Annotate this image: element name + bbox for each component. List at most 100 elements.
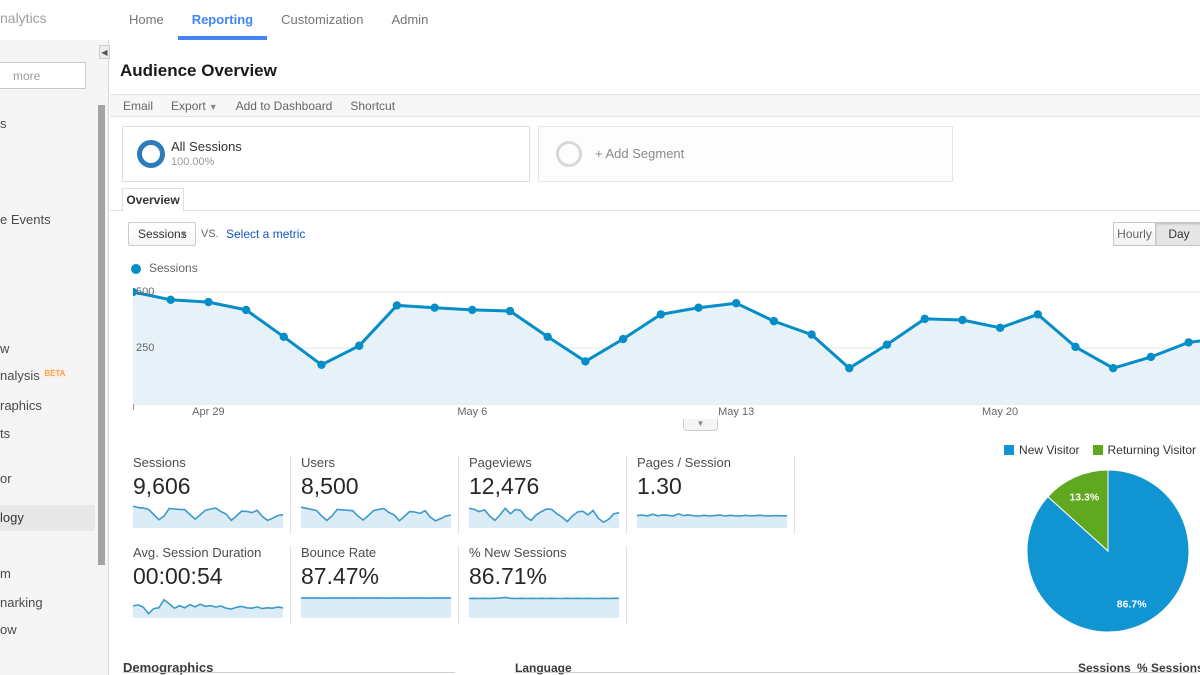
metric-card-label: Pages / Session (637, 455, 731, 470)
series-dot-icon (131, 264, 141, 274)
chevron-down-icon: ▼ (208, 101, 218, 112)
toolbar-email-button[interactable]: Email (123, 99, 153, 113)
sidebar-item[interactable]: nalysis BETA (0, 368, 68, 384)
report-toolbar: Email Export ▼ Add to Dashboard Shortcut (110, 94, 1200, 117)
table-header-rule (123, 672, 455, 673)
sidebar-search-input[interactable]: more (0, 62, 86, 89)
card-divider (794, 456, 795, 534)
metric-card-pageviews[interactable]: Pageviews 12,476 (469, 455, 629, 529)
sidebar-item-label: s (0, 116, 7, 131)
x-axis-tick-label: May 20 (982, 406, 1019, 418)
nav-item-home[interactable]: Home (115, 0, 178, 40)
table-header-rule (515, 672, 1197, 673)
sidebar-item-label: nalysis (0, 368, 40, 383)
sidebar-item-label: w (0, 341, 10, 356)
x-axis-tick-label: May 13 (718, 406, 755, 418)
beta-badge: BETA (42, 369, 68, 378)
add-segment-button[interactable]: + Add Segment (538, 126, 953, 182)
analytics-logo: nalytics (0, 10, 47, 26)
sidebar-item[interactable]: ts (0, 426, 10, 442)
axis-tick (133, 404, 134, 410)
metric-card-value: 86.71% (469, 563, 548, 589)
sidebar-item[interactable]: w (0, 341, 9, 357)
add-segment-label: + Add Segment (595, 146, 685, 161)
vs-label: VS. (201, 228, 219, 240)
sidebar-item[interactable]: m (0, 566, 11, 582)
segment-donut-icon (137, 140, 165, 168)
pie-legend: New Visitor Returning Visitor (1004, 443, 1196, 457)
pie-legend-item: Returning Visitor (1092, 443, 1197, 457)
sidebar-item[interactable]: e Events (0, 212, 51, 228)
x-axis-tick-label: Apr 29 (192, 406, 225, 418)
card-divider (458, 456, 459, 534)
granularity-day-button[interactable]: Day (1155, 222, 1200, 246)
metric-card-value: 87.47% (301, 563, 380, 589)
metric-card-value: 1.30 (637, 473, 682, 499)
metric-dropdown[interactable]: Sessions ▼ (128, 222, 196, 246)
metric-sparkline (469, 507, 619, 528)
sidebar-item[interactable]: narking (0, 595, 43, 611)
metric-sparkline (133, 505, 283, 528)
series-legend-label: Sessions (149, 261, 198, 275)
select-metric-link[interactable]: Select a metric (226, 227, 305, 241)
sidebar-collapse-icon[interactable]: ◀ (99, 45, 110, 59)
metric-card-value: 00:00:54 (133, 563, 223, 589)
sidebar: more ◀ s e Events w nalysis BETA raphics ts or l… (0, 40, 110, 675)
sidebar-item-label: m (0, 566, 11, 581)
sidebar-item-label: e Events (0, 212, 51, 227)
topnav-items: Home Reporting Customization Admin (115, 0, 442, 40)
metric-card-bounce-rate[interactable]: Bounce Rate 87.47% (301, 545, 461, 619)
card-divider (290, 546, 291, 624)
sidebar-scrollbar[interactable] (98, 105, 105, 565)
metric-card-value: 9,606 (133, 473, 191, 499)
sidebar-item-label: logy (0, 510, 24, 525)
metric-card-sessions[interactable]: Sessions 9,606 (133, 455, 293, 529)
ga-audience-overview-screen: nalytics Home Reporting Customization Admin… (0, 0, 1200, 675)
sidebar-item-label: ts (0, 426, 11, 441)
sidebar-item-label: raphics (0, 398, 42, 413)
metric-card-label: Pageviews (469, 455, 532, 470)
metric-card-users[interactable]: Users 8,500 (301, 455, 461, 529)
segment-label: All Sessions (171, 139, 242, 154)
toolbar-add-to-dashboard-button[interactable]: Add to Dashboard (236, 99, 333, 113)
toolbar-shortcut-button[interactable]: Shortcut (350, 99, 395, 113)
sidebar-item-label: or (0, 471, 12, 486)
timeline-collapse-handle[interactable]: ▼ (683, 419, 718, 431)
granularity-hourly-button[interactable]: Hourly (1113, 222, 1155, 246)
tab-overview[interactable]: Overview (122, 188, 184, 211)
sidebar-item[interactable]: raphics (0, 398, 42, 414)
metric-sparkline (301, 506, 451, 528)
legend-label: New Visitor (1019, 443, 1080, 457)
metric-card-avg-session-duration[interactable]: Avg. Session Duration 00:00:54 (133, 545, 293, 619)
sidebar-item[interactable]: logy (0, 505, 95, 531)
nav-item-customization[interactable]: Customization (267, 0, 377, 40)
chevron-down-icon: ▼ (179, 229, 188, 239)
page-title: Audience Overview (120, 61, 277, 80)
x-axis-tick-label: May 6 (457, 406, 488, 418)
sidebar-item[interactable]: or (0, 471, 12, 487)
metric-card-value: 12,476 (469, 473, 540, 499)
sidebar-item[interactable]: ow (0, 622, 17, 638)
legend-swatch-icon (1004, 445, 1015, 455)
toolbar-export-button[interactable]: Export ▼ (171, 99, 218, 113)
metric-sparkline (301, 597, 451, 618)
sessions-line-chart (133, 287, 1200, 405)
metric-sparkline (637, 512, 787, 528)
metric-sparkline (133, 598, 283, 618)
legend-label: Returning Visitor (1107, 443, 1197, 457)
nav-item-admin[interactable]: Admin (377, 0, 442, 40)
metric-sparkline (469, 596, 619, 618)
sidebar-item[interactable]: s (0, 116, 7, 132)
nav-item-reporting[interactable]: Reporting (177, 0, 268, 40)
y-axis-tick-label: 500 (136, 286, 155, 298)
metric-card-label: Bounce Rate (301, 545, 377, 560)
add-segment-circle-icon (556, 141, 582, 167)
pie-legend-item: New Visitor (1004, 443, 1080, 457)
metric-card-label: Sessions (133, 455, 186, 470)
metric-card--new-sessions[interactable]: % New Sessions 86.71% (469, 545, 629, 619)
segment-all-sessions[interactable]: All Sessions 100.00% (122, 126, 530, 182)
metric-card-pages-session[interactable]: Pages / Session 1.30 (637, 455, 797, 529)
y-axis-tick-label: 250 (136, 342, 155, 354)
card-divider (290, 456, 291, 534)
card-divider (626, 546, 627, 624)
